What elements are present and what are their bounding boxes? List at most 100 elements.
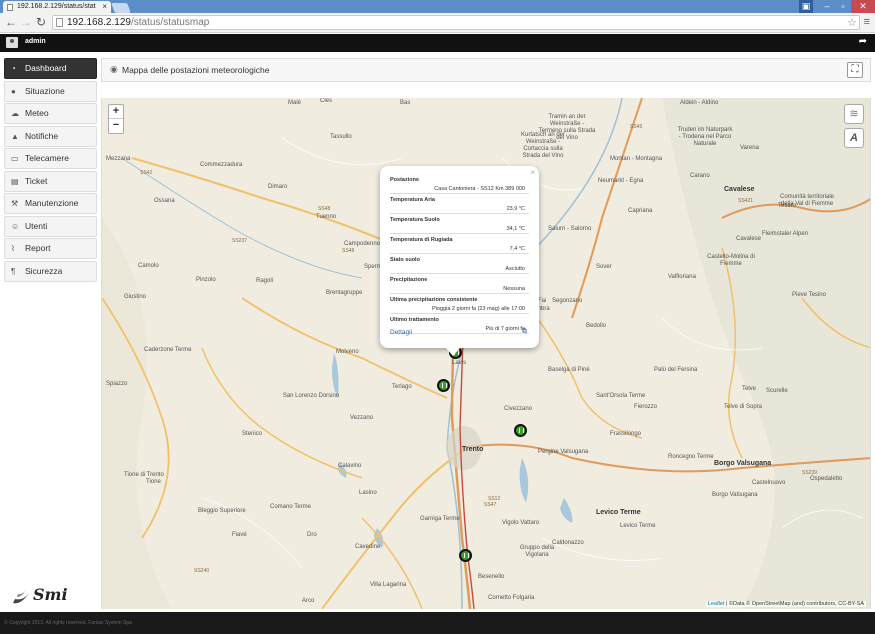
map-place-label: Tesero (778, 203, 797, 209)
map-place-label: Vezzano (350, 415, 374, 421)
map-place-label: Truden im Naturpark - Trodena nel Parco … (677, 127, 733, 147)
map-place-label: Calavino (338, 463, 362, 469)
details-link[interactable]: Dettagli (390, 329, 412, 336)
sidebar-item-notifiche[interactable]: ▲ Notifiche (4, 125, 97, 147)
window-close-icon[interactable]: ✕ (851, 0, 875, 13)
sidebar-item-label: Manutenzione (25, 198, 79, 208)
popup-tip (446, 348, 460, 356)
maximize-icon[interactable]: ▫ (835, 0, 851, 13)
station-popup: × Postazione Casa Cantoniera - SS12 Km 38… (380, 166, 539, 356)
minimize-icon[interactable]: – (819, 0, 835, 13)
sidebar-item-utenti[interactable]: ☺ Utenti (4, 215, 97, 237)
map-place-label: Fierozzo (634, 404, 658, 410)
map-place-label: Sover (596, 264, 612, 270)
forward-arrow-icon[interactable]: → (20, 15, 32, 29)
map-place-label: Tuenno (316, 214, 337, 220)
sidebar-item-label: Telecamere (25, 153, 69, 163)
sidebar-nav: ◔ Dashboard ● Situazione ☁ Meteo ▲ Notifiche ▭ Te… (4, 58, 97, 283)
map-place-label: Ospedaletto (810, 476, 843, 482)
new-tab-button[interactable] (111, 3, 131, 13)
external-link-icon[interactable]: ⧉ (522, 328, 527, 336)
map-type-icon[interactable]: A (844, 128, 864, 148)
map-place-label: Cornetto Folgaria (488, 595, 535, 601)
sidebar-item-label: Notifiche (25, 130, 59, 141)
window-controls: ▣ – ▫ ✕ (799, 0, 875, 13)
map-place-label: Telve di Sopra (724, 404, 763, 410)
map-place-label: Cavalese (736, 236, 762, 242)
tab-close-icon[interactable]: × (102, 1, 107, 13)
map-place-label: Spiazzo (106, 381, 128, 387)
tools-icon: ⚒ (11, 199, 19, 208)
map-place-label: Malé (288, 100, 302, 106)
map-place-label: Brentagruppe (326, 290, 363, 296)
logout-icon[interactable]: ➦ (859, 36, 867, 47)
profile-icon[interactable]: ▣ (799, 0, 813, 13)
map-place-label: Dro (307, 532, 317, 538)
map-place-label: Civezzano (504, 406, 533, 412)
sidebar-item-meteo[interactable]: ☁ Meteo (4, 103, 97, 124)
map-place-label: Gruppo della Vigolana (519, 545, 555, 558)
layers-icon[interactable]: ≋ (844, 104, 864, 124)
map-place-label: Kurtatsch an der Weinstraße - Cortaccia … (520, 132, 566, 159)
map-place-label: Fleimstaler Alpen (762, 231, 809, 237)
leaflet-link[interactable]: Leaflet (708, 601, 725, 607)
station-marker[interactable] (459, 549, 472, 562)
map-place-label: Fai (538, 298, 547, 304)
browser-menu-icon[interactable]: ≡ (864, 16, 870, 28)
zoom-in-button[interactable]: + (109, 105, 123, 119)
sidebar-item-ticket[interactable]: ▤ Ticket (4, 170, 97, 192)
map-place-label: Borgo Valsugana (712, 492, 758, 498)
popup-rows: Postazione Casa Cantoniera - SS12 Km 389 … (390, 177, 529, 334)
browser-tab[interactable]: 192.168.2.129/status/stat × (3, 1, 111, 13)
popup-field-value: 23,9 °C (390, 203, 529, 214)
sidebar-item-situazione[interactable]: ● Situazione (4, 80, 97, 102)
attribution-text: | ©Data © OpenStreetMap (and) contributo… (724, 601, 864, 607)
popup-field-value: 7,4 °C (390, 243, 529, 254)
map-place-label: Castelnuovo (752, 480, 786, 486)
road-label: SS47 (484, 502, 497, 508)
map-place-label: Fiavé (232, 532, 247, 538)
shield-icon: ¶ (11, 266, 16, 276)
sidebar-item-sicurezza[interactable]: ¶ Sicurezza (4, 260, 97, 282)
ticket-icon: ▤ (11, 176, 19, 186)
map-place-label: Lavis (452, 360, 467, 366)
map-place-label: Varena (740, 145, 759, 151)
username[interactable]: admin (25, 38, 46, 45)
map-place-label: Segonzano (552, 298, 583, 304)
page-icon (56, 18, 63, 27)
zoom-out-button[interactable]: − (109, 119, 123, 133)
map-place-label: Cles (320, 98, 333, 104)
copyright-text: © Copyright 2013. All rights reserved. F… (4, 620, 132, 626)
sidebar-item-manutenzione[interactable]: ⚒ Manutenzione (4, 193, 97, 214)
brand-swoosh-icon (13, 587, 29, 604)
map-place-label: Mezzana (106, 156, 131, 162)
url-path: /status/statusmap (130, 17, 210, 28)
map-place-label: Montan - Montagna (610, 156, 663, 162)
map-place-label: Tione di Trento (124, 472, 164, 478)
popup-field-value: Pioggia 2 giorni fa (23 mag) alle 17:00 (390, 303, 529, 314)
address-bar[interactable]: 192.168.2.129/status/statusmap (52, 15, 860, 30)
map-pin-icon: ● (11, 86, 16, 96)
sidebar-item-telecamere[interactable]: ▭ Telecamere (4, 148, 97, 169)
station-marker[interactable] (437, 379, 450, 392)
map-place-label: Ragoli (256, 278, 274, 284)
zoom-control: + − (108, 104, 124, 134)
fullscreen-button[interactable]: ⛶ (847, 62, 863, 78)
reload-icon[interactable]: ↻ (36, 15, 46, 29)
sidebar-item-report[interactable]: ⌇ Report (4, 238, 97, 259)
popup-close-icon[interactable]: × (530, 168, 535, 177)
map-place-label: Commezzadura (200, 162, 243, 168)
app-topbar: admin ➦ (0, 34, 875, 52)
map-place-label: Comano Terme (270, 504, 311, 510)
station-marker[interactable] (514, 424, 527, 437)
map-place-label: Carano (690, 173, 710, 179)
road-label: SS12 (488, 496, 501, 502)
popup-field-value: Casa Cantoniera - SS12 Km 389 000 (390, 183, 529, 194)
user-avatar-icon[interactable] (6, 37, 18, 48)
back-arrow-icon[interactable]: ← (5, 15, 17, 29)
bookmark-star-icon[interactable]: ☆ (847, 16, 857, 29)
map-place-label: Levico Terme (596, 509, 641, 516)
sidebar-item-dashboard[interactable]: ◔ Dashboard (4, 58, 97, 79)
map-place-label: Terlago (392, 384, 412, 390)
map-place-label: Caderzone Terme (144, 347, 192, 353)
